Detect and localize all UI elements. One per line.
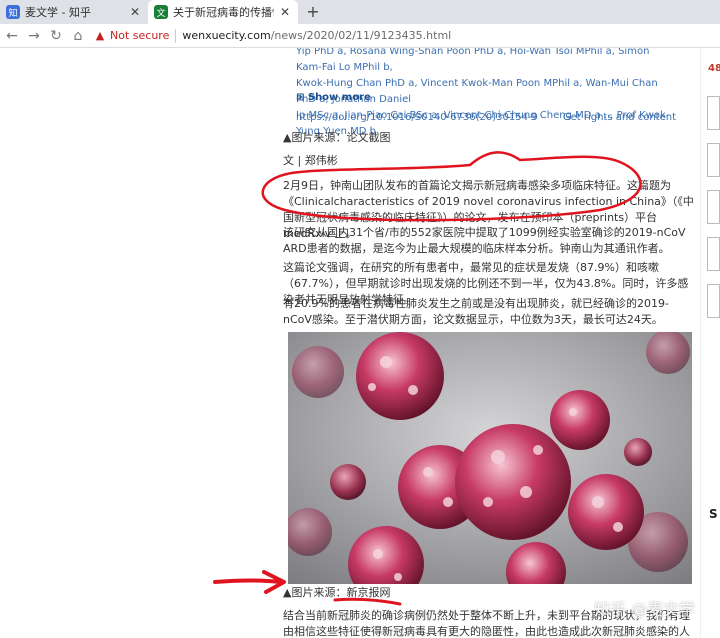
doi-row: https://doi.org/10.1016/S0140-6736(20)30… [296, 112, 676, 123]
tab-strip: 知 麦文学 - 知乎 ✕ 文 关于新冠病毒的传播性，止 ✕ + [0, 0, 720, 24]
tab-wenxuecity[interactable]: 文 关于新冠病毒的传播性，止 ✕ [148, 0, 298, 24]
show-more-link[interactable]: ⊞ Show more [296, 92, 371, 103]
right-sidebar [700, 48, 720, 638]
back-icon[interactable]: ← [2, 26, 22, 46]
paragraph: 有20.9%的患者在病毒性肺炎发生之前或是没有出现肺炎，就已经确诊的2019-n… [283, 297, 669, 326]
tab-title: 关于新冠病毒的传播性，止 [173, 6, 274, 19]
home-icon[interactable]: ⌂ [68, 26, 88, 46]
zhihu-watermark: 知乎 @麦文学 [594, 600, 696, 619]
tab-zhihu[interactable]: 知 麦文学 - 知乎 ✕ [0, 0, 148, 24]
zhihu-favicon-icon: 知 [6, 5, 20, 19]
sidebar-number: 48 [708, 63, 720, 74]
wenxuecity-favicon-icon: 文 [154, 5, 168, 19]
image-caption: ▲图片来源：论文截图 [283, 131, 391, 144]
url-host: wenxuecity.com [182, 29, 271, 42]
paragraph: 该研究从国内31个省/市的552家医院中提取了1099例经实验室确诊的2019-… [283, 226, 686, 255]
rights-link[interactable]: Get rights and content [563, 112, 676, 123]
page-content: Yip PhD a, Rosana Wing-Shan Poon PhD a, … [0, 48, 720, 638]
warning-icon[interactable]: ▲ [94, 29, 106, 42]
sidebar-thumbnail[interactable] [707, 143, 720, 177]
author-line[interactable]: Yip PhD a, Rosana Wing-Shan Poon PhD a, … [296, 48, 676, 76]
browser-toolbar: ← → ↻ ⌂ ▲ Not secure wenxuecity.com/news… [0, 24, 720, 48]
new-tab-button[interactable]: + [302, 0, 324, 24]
sidebar-thumbnail[interactable] [707, 237, 720, 271]
address-bar[interactable]: ▲ Not secure wenxuecity.com/news/2020/02… [94, 26, 720, 46]
close-icon[interactable]: ✕ [128, 5, 142, 19]
virus-image [288, 332, 692, 584]
security-label[interactable]: Not secure [110, 29, 169, 42]
sidebar-letter: S [709, 507, 718, 521]
reload-icon[interactable]: ↻ [46, 26, 66, 46]
tab-title: 麦文学 - 知乎 [25, 6, 91, 19]
doi-link[interactable]: https://doi.org/10.1016/S0140-6736(20)30… [296, 112, 538, 123]
forward-icon[interactable]: → [24, 26, 44, 46]
close-icon[interactable]: ✕ [278, 5, 292, 19]
sidebar-thumbnail[interactable] [707, 284, 720, 318]
sidebar-thumbnail[interactable] [707, 96, 720, 130]
article-author: 文 | 郑伟彬 [283, 154, 338, 167]
sidebar-thumbnail[interactable] [707, 190, 720, 224]
divider [175, 28, 177, 43]
url-path: /news/2020/02/11/9123435.html [270, 29, 452, 42]
